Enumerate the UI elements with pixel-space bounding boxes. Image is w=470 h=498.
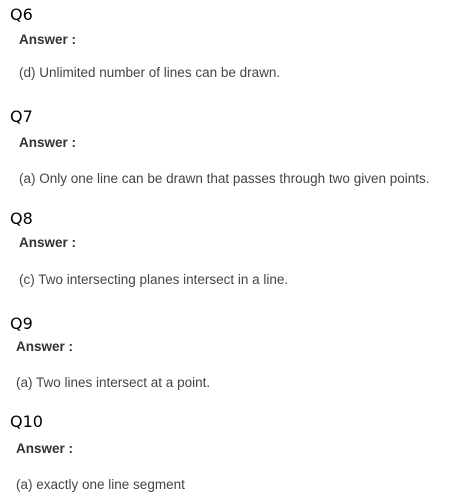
answer-label: Answer :	[19, 135, 77, 150]
answer-label: Answer :	[16, 339, 74, 354]
question-number: Q7	[10, 107, 33, 126]
question-number: Q6	[10, 5, 33, 24]
question-number: Q8	[10, 209, 33, 228]
answer-label: Answer :	[16, 441, 74, 456]
answer-text: (a) exactly one line segment	[16, 477, 185, 492]
answer-text: (c) Two intersecting planes intersect in…	[19, 272, 289, 287]
answer-sheet: Q6 Answer : (d) Unlimited number of line…	[0, 0, 470, 498]
answer-text: (a) Two lines intersect at a point.	[16, 375, 211, 390]
question-number: Q9	[10, 314, 33, 333]
answer-text: (a) Only one line can be drawn that pass…	[19, 171, 430, 186]
answer-label: Answer :	[19, 32, 77, 47]
answer-label: Answer :	[19, 235, 77, 250]
question-number: Q10	[10, 412, 43, 431]
answer-text: (d) Unlimited number of lines can be dra…	[19, 65, 281, 80]
